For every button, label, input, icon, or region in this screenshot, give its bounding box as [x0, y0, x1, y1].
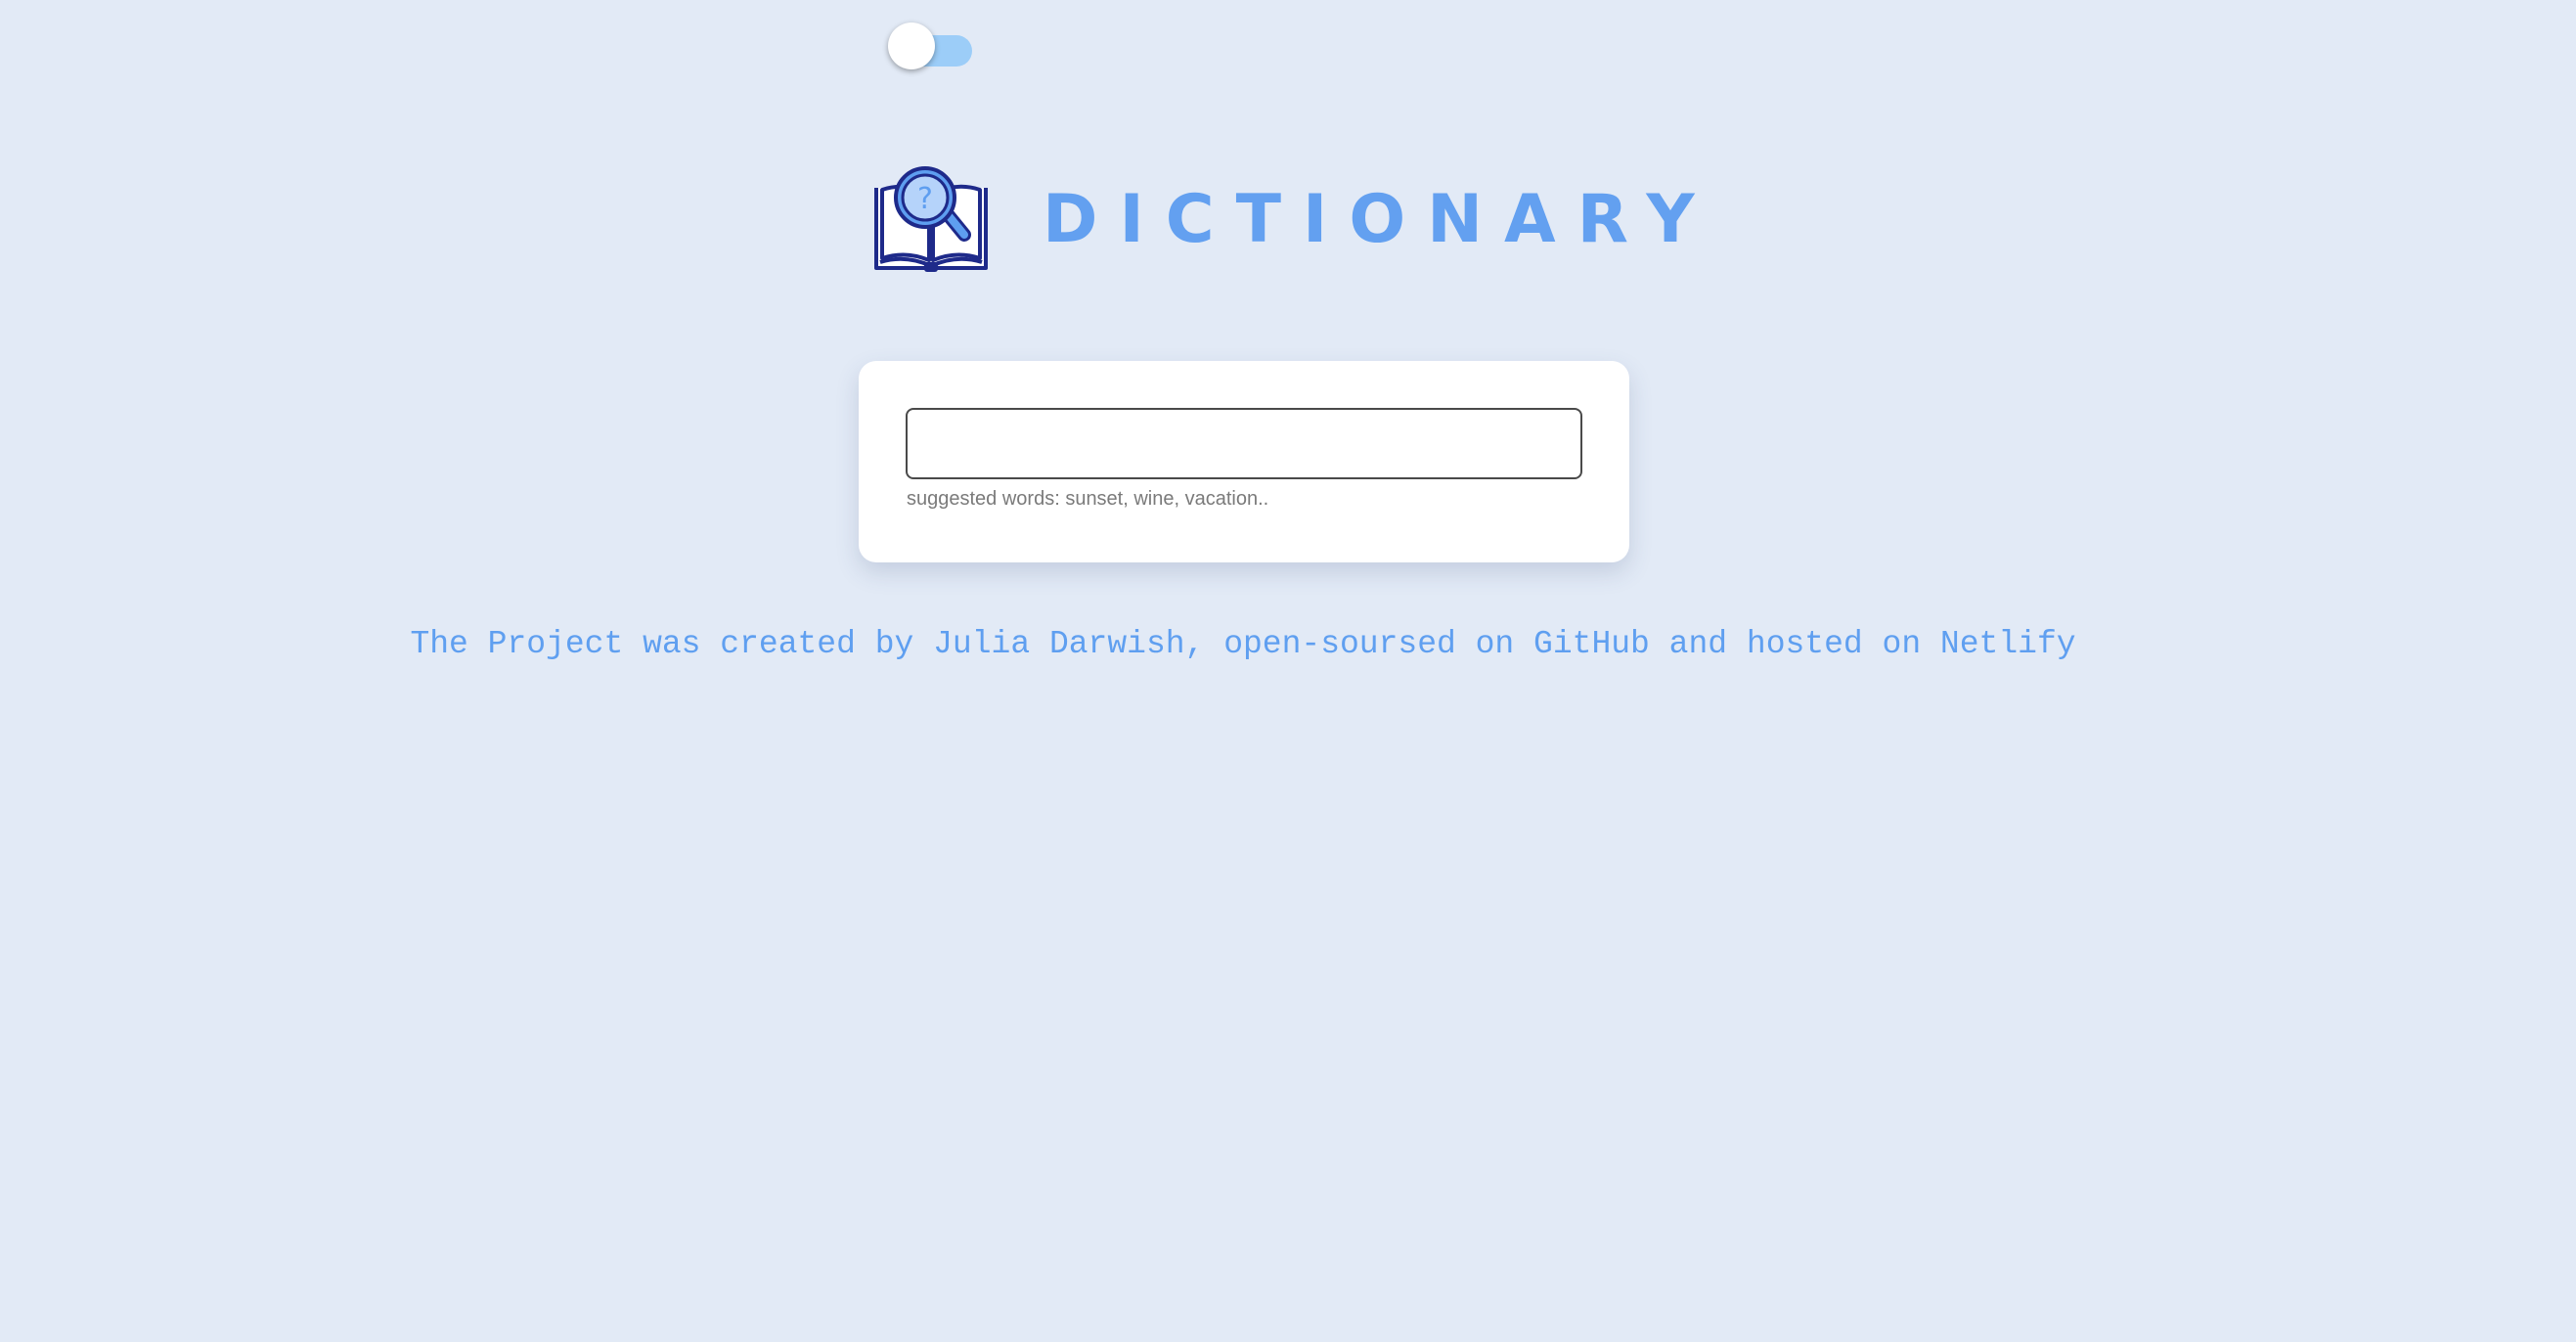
header: ? DICTIONARY [870, 164, 1716, 274]
theme-toggle[interactable] [888, 22, 974, 72]
footer-text-3: and [1649, 626, 1747, 662]
page-title: DICTIONARY [1043, 180, 1716, 258]
footer-text-1: The Project was created by [410, 626, 934, 662]
suggested-words-hint: suggested words: sunset, wine, vacation.… [907, 488, 1269, 510]
footer: The Project was created by Julia Darwish… [0, 626, 2486, 662]
footer-text-2: , [1184, 626, 1224, 662]
search-card: suggested words: sunset, wine, vacation.… [859, 361, 1629, 562]
toggle-knob[interactable] [888, 22, 935, 69]
github-link[interactable]: open-soursed on GitHub [1223, 626, 1650, 662]
book-magnifier-question-icon: ? [874, 166, 988, 272]
search-input[interactable] [906, 408, 1582, 479]
netlify-link[interactable]: hosted on Netlify [1747, 626, 2076, 662]
page: ? DICTIONARY suggested words: sunset, wi… [0, 0, 2576, 1342]
author-link[interactable]: Julia Darwish [933, 626, 1184, 662]
svg-text:?: ? [917, 182, 933, 216]
